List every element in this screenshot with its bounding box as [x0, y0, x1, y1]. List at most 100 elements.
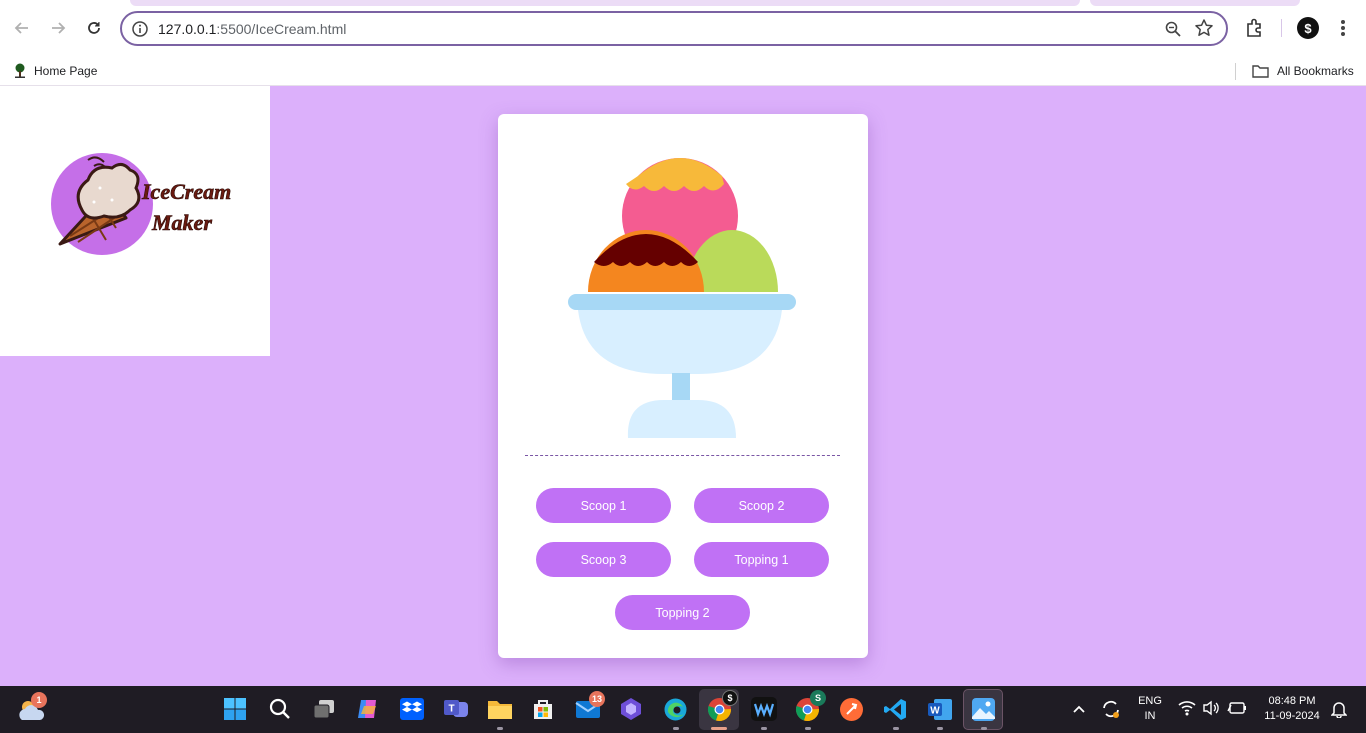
- edge-app[interactable]: [663, 697, 688, 727]
- svg-text:W: W: [930, 706, 940, 717]
- wifi-icon: [1178, 701, 1196, 716]
- zoom-icon[interactable]: [1164, 20, 1182, 38]
- teams-app[interactable]: T: [443, 697, 469, 726]
- sundae-illustration: [568, 158, 796, 438]
- show-hidden-icons-button[interactable]: [1072, 702, 1086, 720]
- url-text[interactable]: 127.0.0.1:5500/IceCream.html: [158, 21, 346, 37]
- weather-widget[interactable]: 1: [18, 692, 47, 727]
- word-app[interactable]: W: [927, 697, 953, 727]
- dropbox-app[interactable]: [400, 698, 424, 725]
- chrome-profile-badge: $: [722, 690, 738, 706]
- bookmark-label: Home Page: [34, 64, 98, 78]
- scoop-2-button[interactable]: Scoop 2: [694, 488, 829, 523]
- language-indicator[interactable]: ENG IN: [1134, 694, 1166, 724]
- dropbox-icon: [400, 698, 424, 720]
- browser-toolbar: 127.0.0.1:5500/IceCream.html $: [0, 0, 1366, 56]
- card-divider: [525, 455, 840, 456]
- store-app[interactable]: [531, 697, 555, 726]
- sync-tray-icon[interactable]: [1100, 698, 1122, 725]
- arrow-left-icon: [14, 22, 28, 34]
- folder-icon: [1252, 65, 1269, 78]
- logo-panel: IceCream Maker: [0, 86, 270, 356]
- reload-icon: [88, 22, 100, 34]
- store-icon: [534, 700, 552, 719]
- vscode-app[interactable]: [883, 697, 908, 727]
- mail-app[interactable]: 13: [575, 691, 605, 725]
- taskbar: 1 T 13 $ S W ENG IN 08:48 PM 11-09-2024: [0, 686, 1366, 733]
- clock-date: 11-09-2024: [1264, 710, 1320, 722]
- running-indicator: [937, 727, 943, 730]
- profile-avatar-icon[interactable]: $: [1297, 17, 1319, 39]
- all-bookmarks-button[interactable]: All Bookmarks: [1252, 56, 1354, 86]
- chrome-profile-badge: S: [810, 690, 826, 706]
- copilot-app[interactable]: [355, 696, 381, 727]
- running-indicator: [761, 727, 767, 730]
- svg-text:T: T: [448, 704, 454, 715]
- reload-button[interactable]: [80, 14, 108, 42]
- start-button[interactable]: [224, 698, 246, 720]
- windows-icon: [224, 698, 246, 720]
- notifications-button[interactable]: [1330, 700, 1348, 723]
- ice-cream-maker-logo: IceCream Maker: [51, 153, 232, 255]
- file-explorer-app[interactable]: [487, 697, 513, 726]
- photos-app[interactable]: [971, 697, 996, 727]
- search-icon: [269, 698, 290, 719]
- running-indicator: [893, 727, 899, 730]
- language-code: ENG: [1138, 695, 1162, 707]
- active-indicator: [711, 727, 727, 730]
- mail-badge: 13: [589, 691, 605, 707]
- extensions-icon[interactable]: [1244, 17, 1266, 39]
- chrome-app[interactable]: $: [707, 690, 738, 727]
- tree-icon: [15, 63, 25, 78]
- bookmark-home-page[interactable]: Home Page: [12, 56, 97, 86]
- bowl-stem: [672, 373, 690, 401]
- postman-icon: [840, 698, 863, 721]
- task-view-button[interactable]: [312, 698, 336, 725]
- tab-strip-edge: [130, 0, 1080, 6]
- task-view-icon: [313, 700, 334, 719]
- scoop-3-button[interactable]: Scoop 3: [536, 542, 671, 577]
- toolbar-separator: [1281, 19, 1282, 37]
- photos-icon: [972, 698, 995, 721]
- chrome-app-second-profile[interactable]: S: [795, 690, 826, 727]
- power-automate-app[interactable]: [619, 697, 643, 726]
- running-indicator: [981, 727, 987, 730]
- topping-1-button[interactable]: Topping 1: [694, 542, 829, 577]
- bookmark-star-icon[interactable]: [1194, 18, 1214, 38]
- more-menu-icon[interactable]: [1333, 17, 1353, 39]
- power-automate-icon: [621, 698, 641, 720]
- chevron-up-icon: [1073, 705, 1085, 713]
- postman-app[interactable]: [839, 697, 864, 727]
- logo-line2: Maker: [151, 210, 212, 235]
- network-tray[interactable]: [1178, 699, 1196, 722]
- search-button[interactable]: [268, 697, 292, 726]
- topping-top: [626, 158, 724, 191]
- bowl-base: [627, 400, 736, 438]
- running-indicator: [673, 727, 679, 730]
- bowl: [578, 310, 782, 374]
- running-indicator: [805, 727, 811, 730]
- forward-button[interactable]: [44, 14, 72, 42]
- volume-tray[interactable]: [1202, 700, 1220, 721]
- running-indicator: [497, 727, 503, 730]
- speaker-icon: [1203, 700, 1219, 716]
- address-bar[interactable]: 127.0.0.1:5500/IceCream.html: [120, 11, 1228, 46]
- clock-time: 08:48 PM: [1268, 695, 1316, 707]
- battery-tray[interactable]: [1227, 701, 1247, 720]
- weather-badge: 1: [31, 692, 47, 708]
- arrow-right-icon: [52, 22, 66, 34]
- bowl-rim: [568, 294, 796, 310]
- clock[interactable]: 08:48 PM 11-09-2024: [1256, 694, 1328, 724]
- back-button[interactable]: [8, 14, 36, 42]
- battery-icon: [1227, 702, 1246, 714]
- bookmark-separator: [1235, 63, 1236, 80]
- sync-icon: [1103, 700, 1119, 718]
- tab-strip-edge: [1090, 0, 1300, 6]
- topping-2-button[interactable]: Topping 2: [615, 595, 750, 630]
- scoop-1-button[interactable]: Scoop 1: [536, 488, 671, 523]
- region-code: IN: [1144, 710, 1156, 722]
- logo-line1: IceCream: [141, 179, 231, 204]
- wave-app[interactable]: [751, 697, 777, 726]
- folder-app-icon: [488, 701, 512, 719]
- site-info-icon[interactable]: [131, 20, 149, 38]
